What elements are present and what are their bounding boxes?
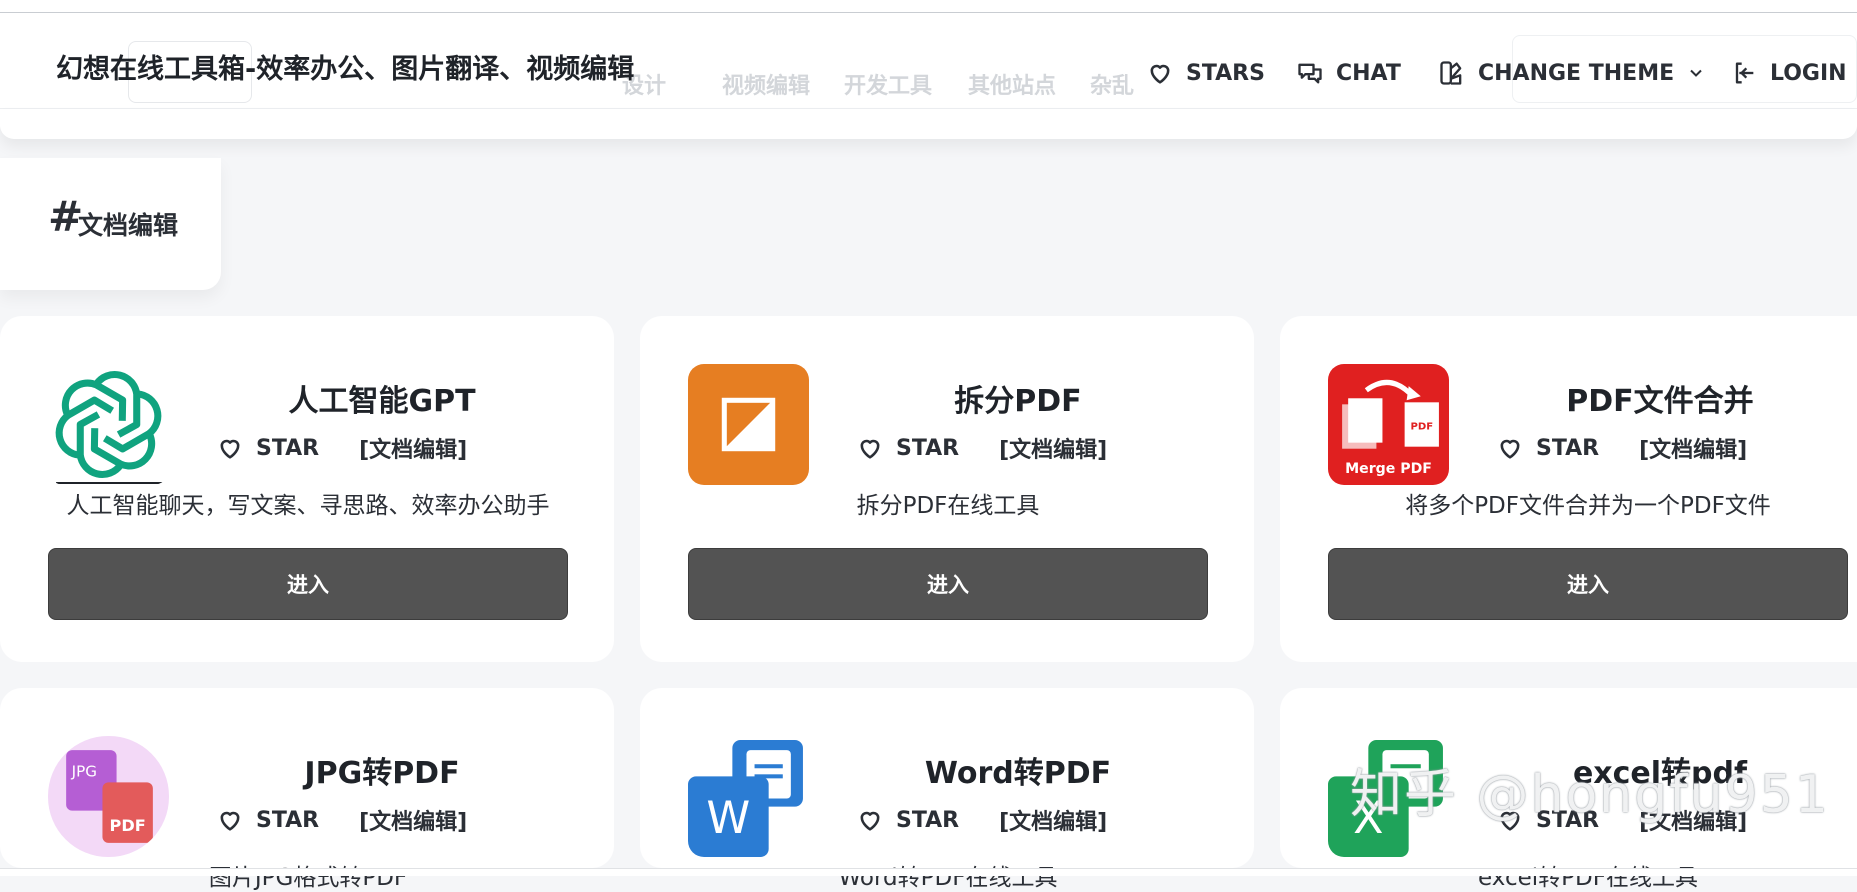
heart-icon xyxy=(860,439,880,459)
card-meta: STAR [文档编辑] xyxy=(856,804,1107,836)
star-label: STAR xyxy=(896,435,960,461)
nav-chat[interactable]: CHAT xyxy=(1296,59,1401,87)
category-link[interactable]: [文档编辑] xyxy=(999,804,1107,836)
ghost-nav-dev: 开发工具 xyxy=(844,74,933,99)
heart-icon xyxy=(220,439,240,459)
heart-icon xyxy=(1150,64,1170,84)
card-meta: STAR [文档编辑] xyxy=(216,804,467,836)
category-link[interactable]: [文档编辑] xyxy=(359,804,467,836)
chevron-down-icon xyxy=(1690,69,1702,77)
category-link[interactable]: [文档编辑] xyxy=(999,432,1107,464)
ghost-nav-misc: 杂乱 xyxy=(1090,74,1135,99)
nav-login[interactable]: LOGIN xyxy=(1730,59,1847,87)
section-tag: # 文档编辑 xyxy=(0,158,221,290)
card-meta: STAR [文档编辑] xyxy=(1496,432,1747,464)
star-label: STAR xyxy=(256,807,320,833)
nav-stars[interactable]: STARS xyxy=(1146,59,1265,87)
card-description: 拆分PDF在线工具 xyxy=(856,493,1040,519)
enter-button[interactable]: 进入 xyxy=(48,548,568,620)
tool-card: 人工智能GPT STAR [文档编辑] 人工智能聊天，写文案、寻思路、效率办公助… xyxy=(0,316,614,662)
nav-login-label: LOGIN xyxy=(1770,60,1847,86)
site-title[interactable]: 幻想在线工具箱-效率办公、图片翻译、视频编辑 xyxy=(56,47,634,86)
heart-icon xyxy=(1500,439,1520,459)
svg-text:PDF: PDF xyxy=(1410,422,1433,433)
header-bottom-panel xyxy=(0,109,1857,139)
heart-icon xyxy=(860,811,880,831)
card-title[interactable]: Word转PDF xyxy=(838,748,1198,792)
openai-logo-icon[interactable] xyxy=(48,364,169,485)
star-button[interactable]: STAR xyxy=(216,434,319,462)
tool-card: JPG PDF JPG转PDF STAR [文档编辑] 图片JPG格式转PDF xyxy=(0,688,614,891)
star-label: STAR xyxy=(256,435,320,461)
chat-icon xyxy=(1298,63,1322,84)
section-name: 文档编辑 xyxy=(78,211,179,240)
star-label: STAR xyxy=(896,807,960,833)
tool-card: PDF Merge PDF PDF文件合并 STAR [文档编辑] 将多个PDF… xyxy=(1280,316,1857,662)
word-to-pdf-logo-icon[interactable]: W xyxy=(688,736,809,857)
nav-change-theme[interactable]: CHANGE THEME xyxy=(1438,59,1706,87)
card-title[interactable]: 人工智能GPT xyxy=(202,376,562,420)
tool-card: 拆分PDF STAR [文档编辑] 拆分PDF在线工具 进入 xyxy=(640,316,1254,662)
jpg-to-pdf-logo-icon[interactable]: JPG PDF xyxy=(48,736,169,857)
nav-stars-label: STARS xyxy=(1186,60,1265,86)
category-link[interactable]: [文档编辑] xyxy=(359,432,467,464)
category-link[interactable]: [文档编辑] xyxy=(1639,432,1747,464)
login-icon xyxy=(1735,62,1754,84)
card-description: 人工智能聊天，写文案、寻思路、效率办公助手 xyxy=(66,493,550,519)
merge-pdf-logo-text: Merge PDF xyxy=(1345,461,1432,477)
star-label: STAR xyxy=(1536,435,1600,461)
palette-icon xyxy=(1440,61,1462,85)
enter-button[interactable]: 进入 xyxy=(1328,548,1848,620)
star-button[interactable]: STAR xyxy=(856,806,959,834)
card-description: 将多个PDF文件合并为一个PDF文件 xyxy=(1405,493,1771,519)
ghost-nav-video: 视频编辑 xyxy=(722,74,811,99)
jpg-logo-text: JPG xyxy=(71,762,97,780)
star-button[interactable]: STAR xyxy=(856,434,959,462)
nav-chat-label: CHAT xyxy=(1336,60,1401,86)
heart-icon xyxy=(220,811,240,831)
word-logo-text: W xyxy=(706,793,750,844)
star-button[interactable]: STAR xyxy=(216,806,319,834)
card-meta: STAR [文档编辑] xyxy=(856,432,1107,464)
bottom-edge xyxy=(0,868,1857,876)
site-header: 设计 视频编辑 开发工具 其他站点 杂乱 幻想在线工具箱-效率办公、图片翻译、视… xyxy=(0,13,1857,109)
pdf-logo-text: PDF xyxy=(110,816,146,835)
nav-change-theme-label: CHANGE THEME xyxy=(1478,60,1675,86)
ghost-nav-other: 其他站点 xyxy=(968,74,1057,99)
card-title[interactable]: 拆分PDF xyxy=(838,376,1198,420)
merge-pdf-logo-icon[interactable]: PDF Merge PDF xyxy=(1328,364,1449,485)
enter-button[interactable]: 进入 xyxy=(688,548,1208,620)
browser-top-edge xyxy=(0,0,1857,13)
card-title[interactable]: PDF文件合并 xyxy=(1480,376,1840,420)
tool-card: W Word转PDF STAR [文档编辑] Word转PDF在线工具 xyxy=(640,688,1254,891)
card-title[interactable]: JPG转PDF xyxy=(202,748,562,792)
split-pdf-logo-icon[interactable] xyxy=(688,364,809,485)
star-button[interactable]: STAR xyxy=(1496,434,1599,462)
card-meta: STAR [文档编辑] xyxy=(216,432,467,464)
watermark: 知乎 @hongfu951 xyxy=(1350,765,1830,825)
